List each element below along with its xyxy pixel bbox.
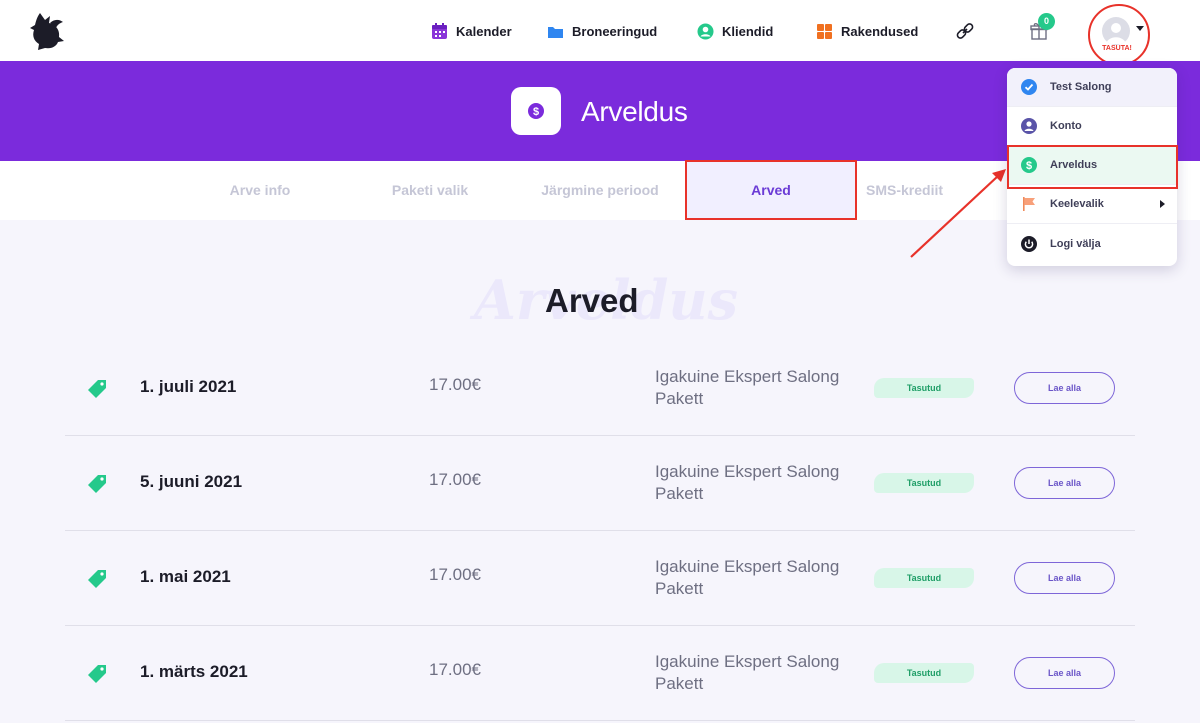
invoice-package: Igakuine Ekspert Salong Pakett [655, 557, 840, 598]
gift-count-badge: 0 [1038, 13, 1055, 30]
tab-sms-credit[interactable]: SMS-krediit [866, 161, 984, 220]
user-circle-icon [1021, 118, 1037, 134]
invoice-row: 1. mai 2021 17.00€ Igakuine Ekspert Salo… [65, 531, 1135, 626]
calendar-icon [431, 22, 448, 40]
invoice-row: 1. juuli 2021 17.00€ Igakuine Ekspert Sa… [65, 341, 1135, 436]
invoice-amount: 17.00€ [429, 375, 481, 394]
status-badge: Tasutud [874, 473, 974, 493]
invoice-date: 1. juuli 2021 [140, 377, 237, 396]
price-tag-icon [85, 472, 109, 496]
menu-item-label: Keelevalik [1050, 198, 1104, 210]
nav-apps-label: Rakendused [841, 23, 919, 39]
page-header-title: Arveldus [581, 96, 688, 127]
nav-bookings[interactable]: Broneeringud [547, 18, 657, 44]
menu-item-logout[interactable]: Logi välja [1007, 224, 1177, 263]
download-button[interactable]: Lae alla [1014, 657, 1115, 689]
nav-calendar-label: Kalender [456, 23, 512, 39]
status-badge: Tasutud [874, 568, 974, 588]
account-dropdown-menu: Test Salong Konto $ Arveldus Keelevalik … [1007, 68, 1177, 266]
flag-icon [1021, 196, 1037, 212]
invoice-amount: 17.00€ [429, 565, 481, 584]
menu-item-label: Test Salong [1050, 81, 1112, 93]
nav-bookings-label: Broneeringud [572, 23, 658, 39]
download-button[interactable]: Lae alla [1014, 467, 1115, 499]
status-badge: Tasutud [874, 378, 974, 398]
apps-grid-icon [816, 23, 833, 40]
dollar-icon: $ [1021, 157, 1037, 173]
price-tag-icon [85, 567, 109, 591]
menu-item-billing[interactable]: $ Arveldus [1007, 146, 1177, 185]
link-icon[interactable] [952, 18, 978, 44]
power-icon [1021, 235, 1037, 252]
menu-item-label: Logi välja [1050, 237, 1101, 250]
svg-text:$: $ [1026, 160, 1032, 172]
invoice-amount: 17.00€ [429, 660, 481, 679]
nav-calendar[interactable]: Kalender [431, 18, 512, 44]
invoice-row: 5. juuni 2021 17.00€ Igakuine Ekspert Sa… [65, 436, 1135, 531]
invoice-date: 1. märts 2021 [140, 662, 248, 681]
menu-item-language[interactable]: Keelevalik [1007, 185, 1177, 224]
tab-next-period[interactable]: Järgmine periood [520, 161, 680, 220]
check-circle-icon [1021, 79, 1037, 95]
billing-icon: $ [511, 87, 561, 135]
download-button[interactable]: Lae alla [1014, 562, 1115, 594]
folder-icon [547, 23, 564, 40]
chevron-down-icon[interactable] [1136, 26, 1144, 31]
nav-clients-label: Kliendid [722, 23, 774, 39]
svg-text:$: $ [533, 106, 539, 118]
nav-apps[interactable]: Rakendused [816, 18, 918, 44]
invoice-package: Igakuine Ekspert Salong Pakett [655, 462, 840, 503]
invoice-row: 1. märts 2021 17.00€ Igakuine Ekspert Sa… [65, 626, 1135, 721]
invoice-package: Igakuine Ekspert Salong Pakett [655, 652, 840, 693]
menu-item-salon[interactable]: Test Salong [1007, 68, 1177, 107]
invoice-package: Igakuine Ekspert Salong Pakett [655, 367, 840, 408]
price-tag-icon [85, 662, 109, 686]
status-badge: Tasutud [874, 663, 974, 683]
page-title: Arved [545, 282, 639, 319]
menu-item-account[interactable]: Konto [1007, 107, 1177, 146]
invoice-amount: 17.00€ [429, 470, 481, 489]
menu-item-label: Konto [1050, 120, 1082, 132]
tab-invoices[interactable]: Arved [687, 161, 855, 220]
menu-item-label: Arveldus [1050, 159, 1098, 171]
plan-tag: TASUTA! [1102, 45, 1132, 52]
chevron-right-icon [1160, 200, 1165, 208]
tab-invoice-info[interactable]: Arve info [200, 161, 320, 220]
price-tag-icon [85, 377, 109, 401]
user-avatar[interactable] [1102, 17, 1130, 45]
app-logo-icon[interactable] [26, 10, 68, 52]
tab-package-selection[interactable]: Paketi valik [370, 161, 490, 220]
nav-clients[interactable]: Kliendid [697, 18, 773, 44]
invoice-date: 1. mai 2021 [140, 567, 231, 586]
invoice-date: 5. juuni 2021 [140, 472, 243, 491]
download-button[interactable]: Lae alla [1014, 372, 1115, 404]
user-icon [697, 23, 714, 40]
